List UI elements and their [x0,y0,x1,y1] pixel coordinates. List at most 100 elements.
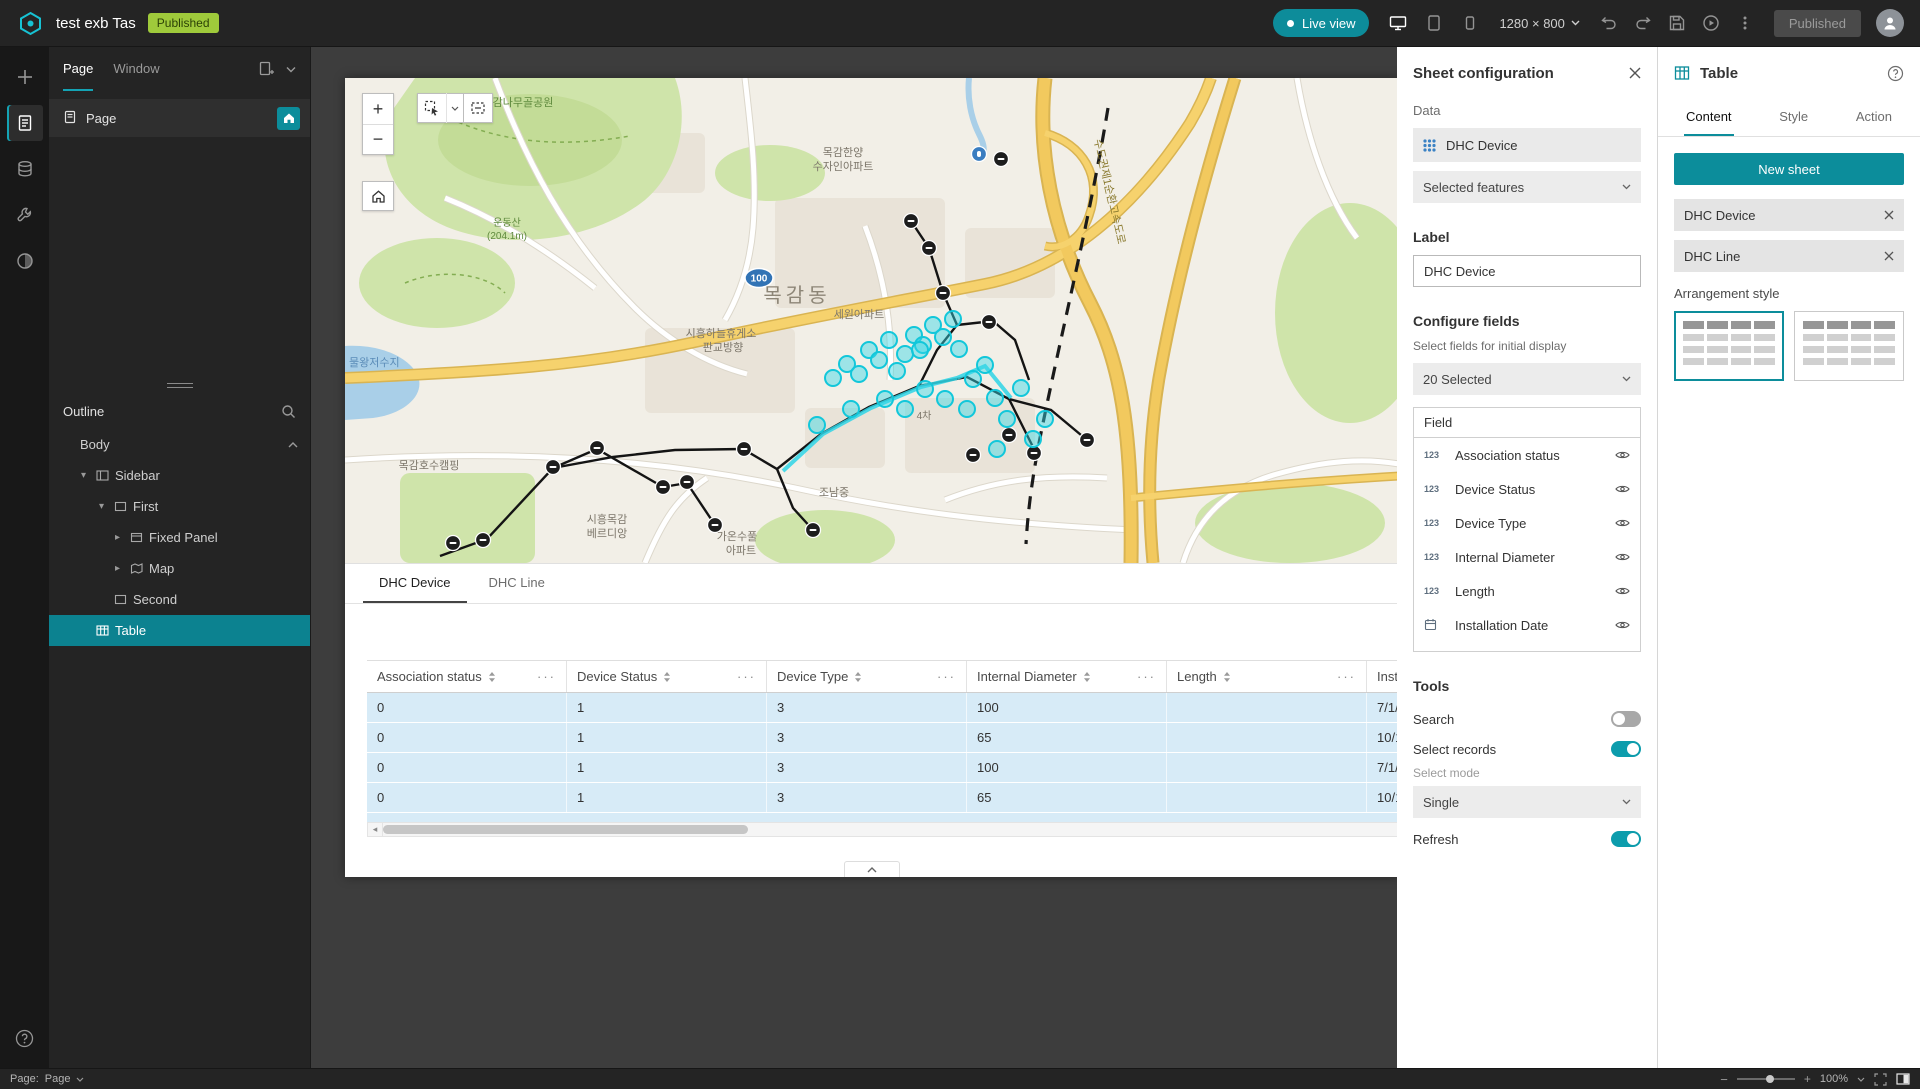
column-header[interactable]: Installation Date [1367,661,1397,692]
resolution-dropdown[interactable]: 1280 × 800 [1499,16,1579,31]
column-menu-icon[interactable]: ··· [937,669,956,684]
table-row[interactable]: 0 1 3 100 7/1/ [367,693,1397,723]
collapse-all-icon[interactable] [288,442,298,448]
field-item[interactable]: 123 Internal Diameter [1414,540,1640,574]
outline-item-first[interactable]: ▾ First [49,491,310,522]
column-menu-icon[interactable]: ··· [1337,669,1356,684]
chevron-down-icon[interactable] [286,66,296,73]
data-source-chip[interactable]: DHC Device [1413,128,1641,162]
zoom-slider-knob[interactable] [1766,1075,1774,1083]
zoom-level[interactable]: 100% [1820,1073,1848,1085]
arrangement-option-dropdown[interactable] [1794,311,1904,381]
sort-icon[interactable] [1223,672,1231,682]
current-page-dropdown[interactable]: Page [45,1073,71,1085]
refresh-toggle[interactable] [1611,831,1641,847]
column-header[interactable]: Length ··· [1167,661,1367,692]
tab-window[interactable]: Window [113,47,159,91]
visibility-eye-icon[interactable] [1615,586,1630,596]
help-icon[interactable] [1887,65,1904,82]
remove-sheet-icon[interactable] [1884,251,1894,261]
chevron-down-icon[interactable] [1857,1077,1865,1082]
new-sheet-button[interactable]: New sheet [1674,153,1904,185]
live-view-button[interactable]: Live view [1273,9,1369,37]
visibility-eye-icon[interactable] [1615,484,1630,494]
outline-item-table[interactable]: Table [49,615,310,646]
outline-item-second[interactable]: Second [49,584,310,615]
selected-fields-dropdown[interactable]: 20 Selected [1413,363,1641,395]
field-search-input[interactable]: Field [1414,408,1640,438]
scrollbar-thumb[interactable] [383,825,748,834]
field-item[interactable]: 123 Device Status [1414,472,1640,506]
insert-widget-button[interactable] [7,59,43,95]
sort-icon[interactable] [663,672,671,682]
field-item[interactable]: 123 Association status [1414,438,1640,472]
visibility-eye-icon[interactable] [1615,450,1630,460]
field-item[interactable]: 123 Device Type [1414,506,1640,540]
sheet-tab-dhc-device[interactable]: DHC Device [363,564,467,603]
sheet-item-dhc-line[interactable]: DHC Line [1674,240,1904,272]
tab-action[interactable]: Action [1854,99,1894,136]
close-icon[interactable] [1629,67,1641,79]
outline-item-map[interactable]: ▸ Map [49,553,310,584]
design-canvas[interactable]: 100 감나무골공원 운동산 (204.1m) 목감한양 수자인아파트 목감동 … [311,47,1397,1068]
toggle-right-panel-icon[interactable] [1896,1073,1910,1085]
theme-panel-button[interactable] [7,243,43,279]
table-row[interactable]: 0 1 3 65 10/1 [367,723,1397,753]
visibility-eye-icon[interactable] [1615,552,1630,562]
zoom-in-button[interactable]: + [363,94,393,124]
home-page-icon[interactable] [277,107,300,130]
preview-play-icon[interactable] [1697,9,1725,37]
add-page-icon[interactable] [258,61,274,77]
zoom-in-icon[interactable]: + [1804,1072,1811,1086]
horizontal-scrollbar[interactable]: ◂ [367,822,1397,837]
map-widget[interactable]: 100 감나무골공원 운동산 (204.1m) 목감한양 수자인아파트 목감동 … [345,78,1397,563]
search-icon[interactable] [281,404,296,419]
default-extent-button[interactable] [362,181,394,211]
field-item[interactable]: 123 Length [1414,574,1640,608]
column-menu-icon[interactable]: ··· [1137,669,1156,684]
column-menu-icon[interactable]: ··· [737,669,756,684]
tab-page[interactable]: Page [63,47,93,91]
sort-icon[interactable] [488,672,496,682]
visibility-eye-icon[interactable] [1615,620,1630,630]
label-input[interactable]: DHC Device [1413,255,1641,287]
redo-icon[interactable] [1629,9,1657,37]
sort-icon[interactable] [1083,672,1091,682]
select-tool-icon[interactable] [418,93,446,123]
sheet-tab-dhc-line[interactable]: DHC Line [473,564,561,603]
sheet-item-dhc-device[interactable]: DHC Device [1674,199,1904,231]
data-view-dropdown[interactable]: Selected features [1413,171,1641,203]
fit-to-screen-icon[interactable] [1874,1073,1887,1086]
outline-item-sidebar[interactable]: ▾ Sidebar [49,460,310,491]
undo-icon[interactable] [1595,9,1623,37]
arrangement-option-tabs[interactable] [1674,311,1784,381]
column-menu-icon[interactable]: ··· [537,669,556,684]
desktop-icon[interactable] [1384,9,1412,37]
remove-sheet-icon[interactable] [1884,210,1894,220]
select-mode-dropdown[interactable]: Single [1413,786,1641,818]
select-records-toggle[interactable] [1611,741,1641,757]
outline-item-body[interactable]: Body [49,429,310,460]
data-panel-button[interactable] [7,151,43,187]
page-panel-button[interactable] [7,105,43,141]
tab-content[interactable]: Content [1684,99,1734,136]
phone-icon[interactable] [1456,9,1484,37]
zoom-slider[interactable] [1737,1078,1795,1080]
chevron-down-icon[interactable] [76,1077,84,1082]
column-header[interactable]: Internal Diameter ··· [967,661,1167,692]
scroll-left-icon[interactable]: ◂ [368,823,383,836]
help-button[interactable] [7,1020,43,1056]
select-tool-dropdown-icon[interactable] [446,93,463,123]
publish-button[interactable]: Published [1774,10,1861,37]
visibility-eye-icon[interactable] [1615,518,1630,528]
more-options-icon[interactable] [1731,9,1759,37]
avatar[interactable] [1876,9,1904,37]
sort-icon[interactable] [854,672,862,682]
column-header[interactable]: Association status ··· [367,661,567,692]
tools-panel-button[interactable] [7,197,43,233]
save-icon[interactable] [1663,9,1691,37]
tab-style[interactable]: Style [1777,99,1810,136]
table-row[interactable]: 0 1 3 100 7/1/ [367,753,1397,783]
search-toggle[interactable] [1611,711,1641,727]
page-list-item[interactable]: Page [49,99,310,137]
